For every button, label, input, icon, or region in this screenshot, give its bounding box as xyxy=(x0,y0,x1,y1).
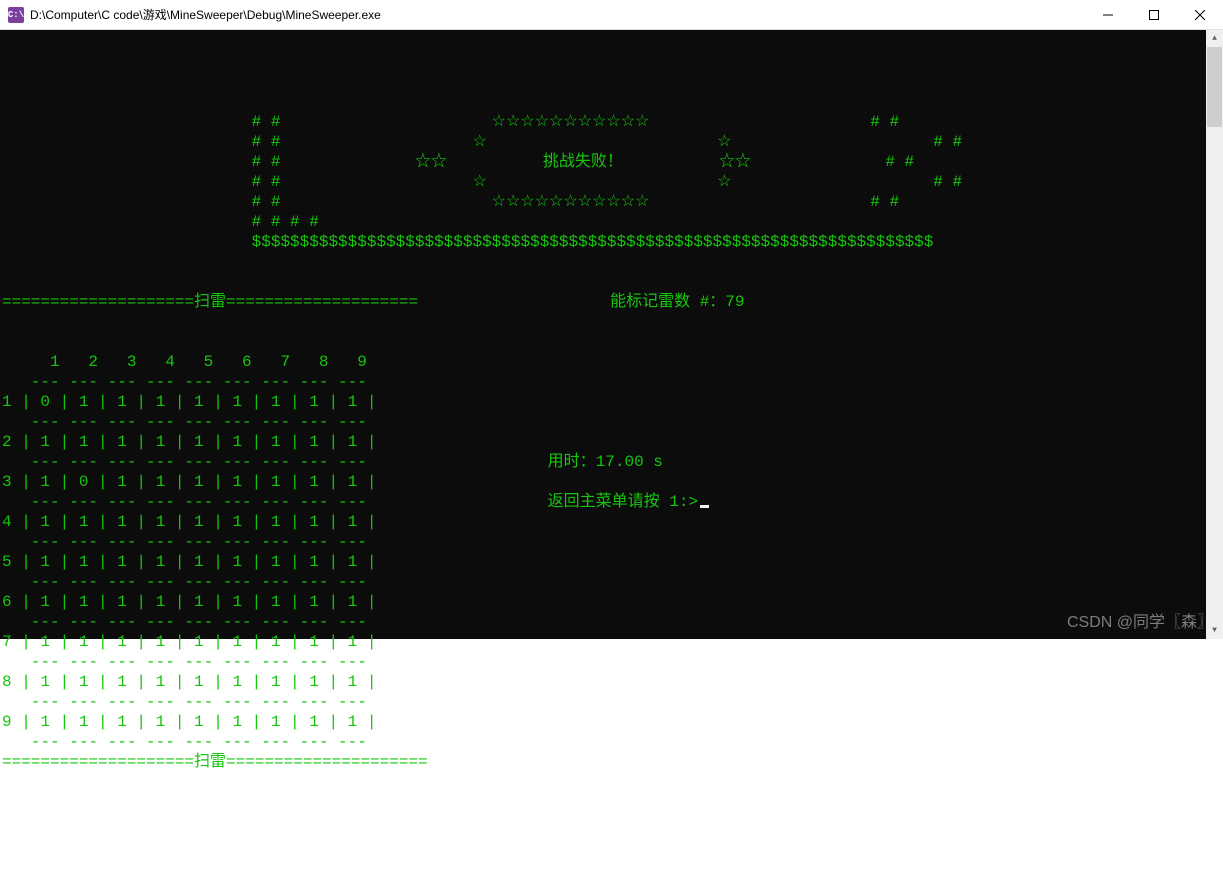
spacer xyxy=(548,472,709,492)
watermark: CSDN @同学〖森〗 xyxy=(1067,613,1213,633)
banner-row: # # ☆ ☆ # # xyxy=(2,132,1223,152)
row-separator: --- --- --- --- --- --- --- --- --- xyxy=(2,612,428,632)
spacer xyxy=(548,372,709,392)
banner: # # ☆☆☆☆☆☆☆☆☆☆☆ # # # # ☆ ☆ # # # # xyxy=(2,112,1223,252)
row-separator: --- --- --- --- --- --- --- --- --- xyxy=(2,652,428,672)
close-button[interactable] xyxy=(1177,0,1223,29)
window-title: D:\Computer\C code\游戏\MineSweeper\Debug\… xyxy=(30,6,1085,23)
grid-row: 7 | 1 | 1 | 1 | 1 | 1 | 1 | 1 | 1 | 1 | xyxy=(2,632,428,652)
row-separator: --- --- --- --- --- --- --- --- --- xyxy=(2,492,428,512)
right-info: 用时：17.00 s 返回主菜单请按 1:> xyxy=(428,352,709,512)
grid-area: 1 2 3 4 5 6 7 8 9 --- --- --- --- --- --… xyxy=(2,352,1223,772)
banner-row: # # # # xyxy=(2,212,1223,232)
time-line: 用时：17.00 s xyxy=(548,452,709,472)
spacer xyxy=(548,412,709,432)
banner-row: # # ☆☆☆☆☆☆☆☆☆☆☆ # # xyxy=(2,112,1223,132)
grid-row: 1 | 0 | 1 | 1 | 1 | 1 | 1 | 1 | 1 | 1 | xyxy=(2,392,428,412)
minimize-button[interactable] xyxy=(1085,0,1131,29)
banner-row: # # ☆☆☆☆☆☆☆☆☆☆☆ # # xyxy=(2,192,1223,212)
maximize-button[interactable] xyxy=(1131,0,1177,29)
row-separator: --- --- --- --- --- --- --- --- --- xyxy=(2,692,428,712)
grid-row: 3 | 1 | 0 | 1 | 1 | 1 | 1 | 1 | 1 | 1 | xyxy=(2,472,428,492)
banner-row: # # ☆☆ 挑战失败！ ☆☆ # # xyxy=(2,152,1223,172)
titlebar: C:\ D:\Computer\C code\游戏\MineSweeper\De… xyxy=(0,0,1223,30)
column-headers: 1 2 3 4 5 6 7 8 9 xyxy=(2,352,428,372)
spacer xyxy=(548,392,709,412)
mines-remaining-line: ====================扫雷==================… xyxy=(2,292,1223,312)
grid-row: 6 | 1 | 1 | 1 | 1 | 1 | 1 | 1 | 1 | 1 | xyxy=(2,592,428,612)
spacer xyxy=(548,352,709,372)
app-icon: C:\ xyxy=(8,7,24,23)
grid-row: 4 | 1 | 1 | 1 | 1 | 1 | 1 | 1 | 1 | 1 | xyxy=(2,512,428,532)
scrollbar-thumb[interactable] xyxy=(1207,47,1222,127)
grid-row: 5 | 1 | 1 | 1 | 1 | 1 | 1 | 1 | 1 | 1 | xyxy=(2,552,428,572)
vertical-scrollbar[interactable]: ▲ ▼ xyxy=(1206,30,1223,639)
row-separator: --- --- --- --- --- --- --- --- --- xyxy=(2,372,428,392)
window-controls xyxy=(1085,0,1223,29)
prompt-line[interactable]: 返回主菜单请按 1:> xyxy=(548,492,709,512)
grid-footer: ====================扫雷==================… xyxy=(2,752,428,772)
row-separator: --- --- --- --- --- --- --- --- --- xyxy=(2,572,428,592)
row-separator: --- --- --- --- --- --- --- --- --- xyxy=(2,532,428,552)
console-content: # # ☆☆☆☆☆☆☆☆☆☆☆ # # # # ☆ ☆ # # # # xyxy=(0,70,1223,812)
console-area[interactable]: # # ☆☆☆☆☆☆☆☆☆☆☆ # # # # ☆ ☆ # # # # xyxy=(0,30,1223,639)
banner-row: $$$$$$$$$$$$$$$$$$$$$$$$$$$$$$$$$$$$$$$$… xyxy=(2,232,1223,252)
row-separator: --- --- --- --- --- --- --- --- --- xyxy=(2,732,428,752)
grid-row: 2 | 1 | 1 | 1 | 1 | 1 | 1 | 1 | 1 | 1 | xyxy=(2,432,428,452)
spacer xyxy=(548,432,709,452)
scroll-up-button[interactable]: ▲ xyxy=(1206,30,1223,47)
row-separator: --- --- --- --- --- --- --- --- --- xyxy=(2,412,428,432)
grid-row: 8 | 1 | 1 | 1 | 1 | 1 | 1 | 1 | 1 | 1 | xyxy=(2,672,428,692)
banner-row: # # ☆ ☆ # # xyxy=(2,172,1223,192)
cursor xyxy=(700,505,709,508)
row-separator: --- --- --- --- --- --- --- --- --- xyxy=(2,452,428,472)
grid-row: 9 | 1 | 1 | 1 | 1 | 1 | 1 | 1 | 1 | 1 | xyxy=(2,712,428,732)
minefield-grid: 1 2 3 4 5 6 7 8 9 --- --- --- --- --- --… xyxy=(2,352,428,772)
